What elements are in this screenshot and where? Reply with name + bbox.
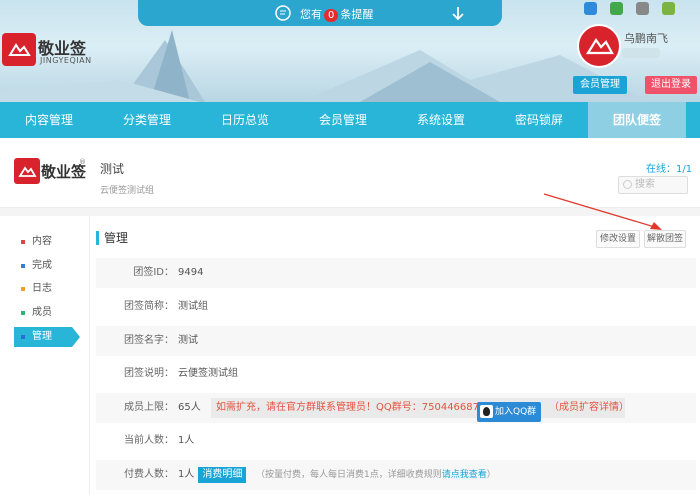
field-value: 云便签测试组: [178, 368, 238, 379]
sidebar-item-done[interactable]: 完成: [14, 256, 80, 276]
logo-icon: [2, 33, 36, 66]
sidebar-item-manage[interactable]: 管理: [14, 327, 80, 347]
field-row-current: 当前人数： 1人: [96, 426, 696, 456]
field-label: 付费人数：: [124, 469, 174, 480]
field-value: 1人: [178, 435, 195, 446]
field-row-paid: 付费人数： 1人 消费明细 （按量付费，每人每日消费1点，详细收费规则请点我查看）: [96, 460, 696, 490]
sidebar: 内容 完成 日志 成员 管理: [0, 216, 90, 495]
field-label: 团签ID：: [133, 267, 174, 278]
notice-bar[interactable]: 您有 0 条提醒: [138, 0, 502, 26]
qq-icon: [480, 405, 493, 418]
notice-count: 0: [324, 9, 339, 22]
field-value: 1人 消费明细: [178, 460, 247, 490]
field-value: 9494: [178, 267, 204, 278]
join-qq-button[interactable]: 加入QQ群: [477, 402, 541, 422]
field-row-desc: 团签说明： 云便签测试组: [96, 359, 696, 389]
field-label: 团签说明：: [124, 368, 174, 379]
consumption-detail-button[interactable]: 消费明细: [198, 467, 247, 483]
chat-icon: [275, 5, 291, 21]
nav-item-team[interactable]: 团队便签: [588, 102, 686, 138]
field-row-id: 团签ID： 9494: [96, 258, 696, 288]
member-management-button[interactable]: 会员管理: [573, 76, 627, 94]
bullet-icon: [21, 264, 25, 268]
header: 您有 0 条提醒 敬业签 JINGYEQIAN 乌鹏南飞 会员管理 退出登录: [0, 0, 700, 102]
field-label: 团签简称：: [124, 301, 174, 312]
field-label: 成员上限：: [124, 402, 174, 413]
nav-item-lock[interactable]: 密码锁屏: [490, 102, 588, 138]
android-icon[interactable]: [662, 2, 675, 15]
user-info-blurred: [622, 48, 660, 58]
bullet-icon: [21, 311, 25, 315]
nav-item-content[interactable]: 内容管理: [0, 102, 98, 138]
bullet-icon: [21, 287, 25, 291]
field-value: 测试组: [178, 301, 208, 312]
logout-button[interactable]: 退出登录: [645, 76, 697, 94]
billing-rules-link[interactable]: 请点我查看: [441, 470, 487, 480]
sidebar-item-log[interactable]: 日志: [14, 279, 80, 299]
user-name: 乌鹏南飞: [624, 32, 668, 45]
apple-icon[interactable]: [636, 2, 649, 15]
online-count: 在线：1/1: [646, 164, 693, 175]
group-name: 测试: [100, 162, 125, 176]
search-icon: [623, 180, 632, 189]
annotation-arrow: [543, 193, 662, 230]
sidebar-item-members[interactable]: 成员: [14, 303, 80, 323]
sidebar-item-content[interactable]: 内容: [14, 232, 80, 252]
registered-mark: ®: [79, 158, 86, 166]
arrow-down-icon[interactable]: [449, 4, 467, 22]
platform-icons: [584, 2, 694, 18]
field-row-name: 团签名字： 测试: [96, 326, 696, 356]
field-value: 65人: [178, 402, 201, 413]
group-description: 云便签测试组: [100, 186, 155, 196]
expand-details-link[interactable]: （成员扩容详情）: [549, 398, 629, 418]
nav-item-settings[interactable]: 系统设置: [392, 102, 490, 138]
nav-item-category[interactable]: 分类管理: [98, 102, 196, 138]
avatar[interactable]: [577, 24, 621, 68]
windows-icon[interactable]: [610, 2, 623, 15]
field-value: 测试: [178, 335, 198, 346]
bullet-icon: [21, 240, 25, 244]
nav-item-calendar[interactable]: 日历总览: [196, 102, 294, 138]
group-logo-icon: [14, 158, 40, 184]
field-label: 团签名字：: [124, 335, 174, 346]
logo-subtitle: JINGYEQIAN: [40, 56, 92, 65]
field-row-limit: 成员上限： 65人 如需扩充，请在官方群联系管理员！QQ群号：750446687 …: [96, 393, 696, 423]
main-nav: 内容管理 分类管理 日历总览 会员管理 系统设置 密码锁屏 团队便签: [0, 102, 700, 138]
bullet-icon: [21, 335, 25, 339]
nav-item-member[interactable]: 会员管理: [294, 102, 392, 138]
notice-text: 您有 0 条提醒: [300, 8, 374, 22]
field-row-short: 团签简称： 测试组: [96, 292, 696, 322]
panel-title: 管理: [96, 231, 128, 245]
field-label: 当前人数：: [124, 435, 174, 446]
ie-icon[interactable]: [584, 2, 597, 15]
billing-note: （按量付费，每人每日消费1点，详细收费规则请点我查看）: [256, 470, 496, 480]
expand-warning: 如需扩充，请在官方群联系管理员！QQ群号：750446687 加入QQ群 （成员…: [211, 398, 629, 422]
